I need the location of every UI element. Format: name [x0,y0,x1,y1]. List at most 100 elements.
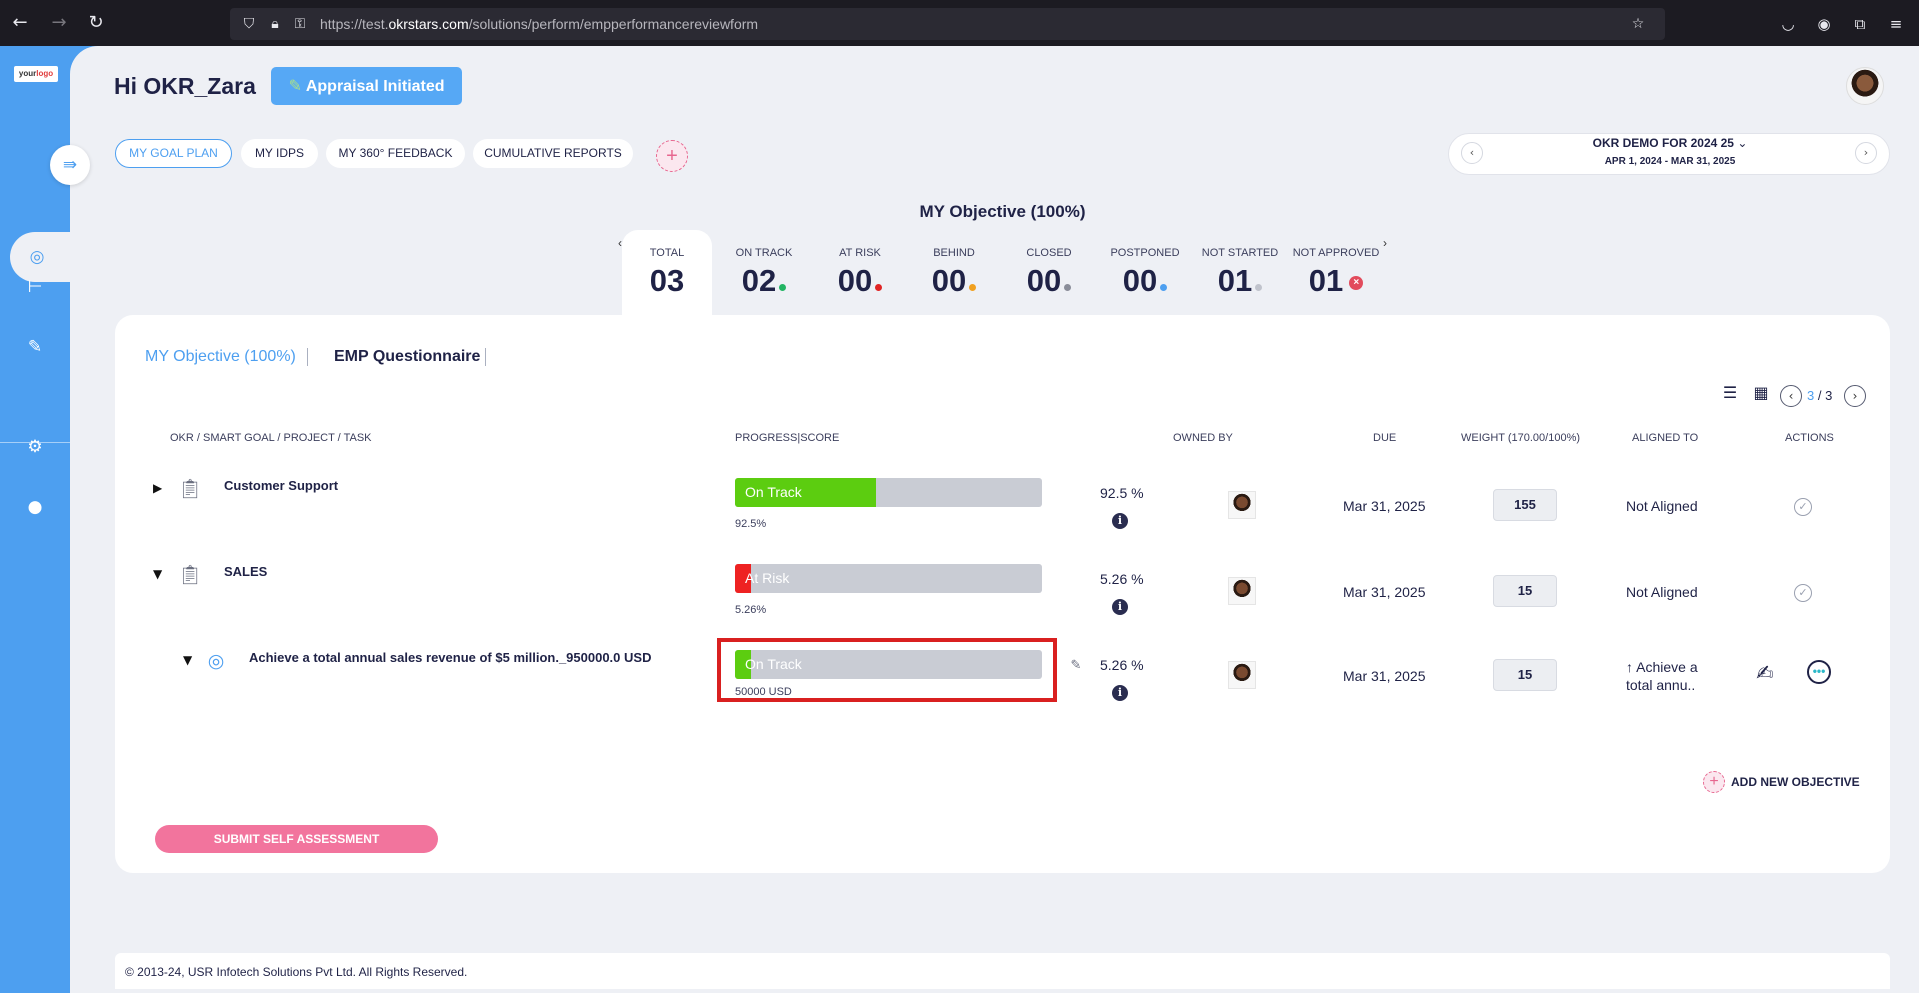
menu-icon[interactable]: ≡ [1886,14,1906,34]
target-goal-icon: ◎ [207,650,225,672]
pen-icon: ✎ [288,76,302,95]
column-header-aligned-to: ALIGNED TO [1632,432,1699,444]
stat-behind[interactable]: BEHIND 00 [914,247,994,299]
aligned-to: Not Aligned [1626,584,1698,600]
stat-not-started[interactable]: NOT STARTED 01 [1198,247,1282,299]
column-header-due: DUE [1373,432,1397,444]
weight-input[interactable]: 15 [1493,575,1557,607]
comments-icon[interactable]: ••• [1807,660,1831,684]
progress-status-label: On Track [745,484,802,500]
submit-self-assessment-button[interactable]: SUBMIT SELF ASSESSMENT [155,825,438,853]
status-dot [969,284,977,291]
period-selector[interactable]: ‹ OKR DEMO FOR 2024 25 ⌄ APR 1, 2024 - M… [1448,133,1890,175]
tab-my-360-feedback[interactable]: MY 360° FEEDBACK [326,139,465,168]
user-avatar[interactable] [1846,67,1884,105]
pocket-icon[interactable]: ◡ [1778,14,1798,34]
approve-check-icon[interactable]: ✓ [1794,498,1812,516]
stat-postponed[interactable]: POSTPONED 00 [1101,247,1189,299]
period-range: APR 1, 2024 - MAR 31, 2025 [1604,156,1736,167]
list-view-icon[interactable]: ☰ [1721,384,1739,402]
tab-emp-questionnaire[interactable]: EMP Questionnaire [334,348,480,366]
plus-icon: + [1703,771,1725,793]
hierarchy-icon[interactable]: ⊢ [24,276,46,298]
pager-indicator: 3 / 3 [1807,388,1833,403]
owner-avatar[interactable] [1228,577,1256,605]
key-icon[interactable]: ⚿ [291,15,309,33]
user-profile-icon[interactable]: ● [24,496,46,518]
tab-my-idps[interactable]: MY IDPS [241,139,318,168]
sidebar: yourlogo ◎ ⊢ ✎ ⚙ ● [0,46,90,993]
bookmark-star-icon[interactable]: ☆ [1629,15,1647,33]
column-header-actions: ACTIONS [1785,432,1834,444]
approve-check-icon[interactable]: ✓ [1794,584,1812,602]
stat-not-approved[interactable]: NOT APPROVED 01 × [1288,247,1384,299]
tab-separator [485,348,486,366]
progress-bar[interactable]: At Risk [735,564,1042,593]
score-percent: 5.26 % [1100,657,1144,673]
extensions-icon[interactable]: ⧉ [1850,14,1870,34]
url-text[interactable]: https://test.okrstars.com/solutions/perf… [320,16,758,32]
period-title[interactable]: OKR DEMO FOR 2024 25 ⌄ [1449,136,1891,150]
info-icon[interactable]: i [1112,685,1128,701]
pager-prev-icon[interactable]: ‹ [1780,385,1802,407]
back-icon[interactable]: ← [9,12,31,34]
address-bar[interactable]: ⛉ 🔒︎ ⚿ https://test.okrstars.com/solutio… [230,8,1665,40]
info-icon[interactable]: i [1112,599,1128,615]
collapse-caret-icon[interactable]: ▼ [153,567,162,581]
not-approved-x-icon: × [1349,275,1364,290]
tab-my-objective[interactable]: MY Objective (100%) [145,348,296,366]
grid-view-icon[interactable]: ▦ [1752,384,1770,402]
column-header-weight: WEIGHT (170.00/100%) [1461,432,1581,444]
settings-gear-icon[interactable]: ⚙ [24,436,46,458]
row-title[interactable]: Achieve a total annual sales revenue of … [249,650,651,665]
add-tab-button[interactable]: + [656,140,688,172]
info-icon[interactable]: i [1112,513,1128,529]
add-new-objective-button[interactable]: + ADD NEW OBJECTIVE [1703,771,1860,793]
collapse-caret-icon[interactable]: ▼ [183,653,192,667]
aligned-to[interactable]: ↑ Achieve a total annu.. [1626,658,1698,694]
status-dot [875,284,883,291]
status-dot [779,284,787,291]
stat-on-track[interactable]: ON TRACK 02 [724,247,804,299]
stat-at-risk[interactable]: AT RISK 00 [820,247,900,299]
column-header-task: OKR / SMART GOAL / PROJECT / TASK [170,432,372,444]
reload-icon[interactable]: ↻ [85,12,107,34]
weight-input[interactable]: 155 [1493,489,1557,521]
target-icon: ◎ [29,247,45,267]
due-date: Mar 31, 2025 [1343,498,1426,514]
notes-icon[interactable]: ✎ [24,336,46,358]
collapse-sidebar-button[interactable]: ⇛ [50,145,90,185]
tab-my-goal-plan[interactable]: MY GOAL PLAN [115,139,232,168]
owner-avatar[interactable] [1228,661,1256,689]
owner-avatar[interactable] [1228,491,1256,519]
column-header-owned-by: OWNED BY [1173,432,1233,444]
column-header-progress: PROGRESS|SCORE [735,432,840,444]
row-title[interactable]: SALES [224,564,267,579]
shield-icon[interactable]: ⛉ [240,15,258,33]
weight-input[interactable]: 15 [1493,659,1557,691]
tab-cumulative-reports[interactable]: CUMULATIVE REPORTS [473,139,633,168]
stats-scroll-left-icon[interactable]: ‹ [618,236,622,250]
due-date: Mar 31, 2025 [1343,668,1426,684]
stat-closed[interactable]: CLOSED 00 [1009,247,1089,299]
clipboard-goal-icon: 📋︎ [178,478,203,500]
appraisal-initiated-button[interactable]: ✎ Appraisal Initiated [271,67,462,105]
score-percent: 5.26 % [1100,571,1144,587]
objective-title: MY Objective (100%) [919,202,1086,221]
row-title[interactable]: Customer Support [224,478,338,493]
greeting-title: Hi OKR_Zara [114,73,256,99]
account-icon[interactable]: ◉ [1814,14,1834,34]
stat-total[interactable]: TOTAL 03 [631,247,703,299]
progress-bar[interactable]: On Track [735,478,1042,507]
browser-toolbar: ← → ↻ ⛉ 🔒︎ ⚿ https://test.okrstars.com/s… [0,0,1919,46]
expand-caret-icon[interactable]: ▶ [153,481,162,495]
signature-icon[interactable]: ✍ [1752,660,1778,686]
chevron-down-icon[interactable]: ⌄ [1737,136,1747,150]
forward-icon[interactable]: → [48,12,70,34]
lock-icon[interactable]: 🔒︎ [266,15,284,33]
edit-progress-icon[interactable]: ✎ [1068,658,1084,674]
chevron-right-icon[interactable]: › [1855,142,1877,164]
pager-next-icon[interactable]: › [1844,385,1866,407]
status-dot [1160,284,1168,291]
objectives-card: MY Objective (100%) EMP Questionnaire ☰ … [115,315,1890,873]
